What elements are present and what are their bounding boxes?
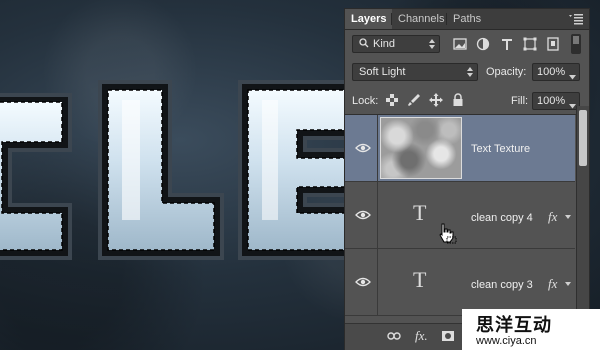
hand-cursor-icon	[437, 222, 457, 244]
layer-row-text-texture[interactable]: Text Texture	[345, 115, 575, 182]
type-layer-icon[interactable]: T	[413, 200, 426, 226]
blend-mode-dropdown[interactable]: Soft Light	[352, 63, 478, 81]
letter-e	[238, 80, 345, 260]
layer-effects-fx-icon[interactable]: fx	[548, 276, 557, 292]
eye-icon[interactable]	[355, 275, 371, 289]
search-icon	[359, 36, 369, 55]
add-layer-style-icon[interactable]: fx.	[415, 328, 428, 344]
lock-image-pixels-icon[interactable]	[407, 93, 423, 109]
letter-c	[0, 93, 72, 260]
image-filter-icon[interactable]	[452, 36, 468, 52]
chevron-updown-icon	[467, 66, 473, 78]
tab-layers[interactable]: Layers	[345, 9, 393, 29]
lock-label: Lock:	[352, 95, 379, 107]
link-layers-icon[interactable]	[387, 330, 401, 345]
chevron-down-icon[interactable]	[569, 69, 576, 85]
watermark-text: 思洋互动	[476, 315, 552, 336]
glossy-text-artwork	[0, 80, 345, 260]
layers-scrollbar[interactable]	[576, 106, 589, 323]
tab-channels[interactable]: Channels	[392, 9, 450, 29]
adjustment-filter-icon[interactable]	[475, 36, 491, 52]
scrollbar-thumb[interactable]	[579, 110, 587, 166]
smart-object-filter-icon[interactable]	[545, 36, 561, 52]
panel-menu-icon[interactable]	[569, 13, 583, 25]
expand-effects-arrow-icon[interactable]	[565, 215, 571, 219]
shape-filter-icon[interactable]	[522, 36, 538, 52]
layer-row-clean-copy-4[interactable]: T clean copy 4 fx	[345, 182, 575, 249]
layer-name[interactable]: Text Texture	[471, 143, 530, 155]
layer-row-clean-copy-3[interactable]: T clean copy 3 fx	[345, 249, 575, 316]
filter-kind-label: Kind	[373, 38, 396, 50]
filter-toggle-switch[interactable]	[571, 34, 581, 54]
watermark-logo: 思洋互动 www.ciya.cn	[462, 309, 600, 350]
lock-position-icon[interactable]	[429, 93, 445, 109]
fill-label: Fill:	[511, 95, 529, 107]
filter-kind-dropdown[interactable]: Kind	[352, 35, 440, 53]
opacity-label: Opacity:	[486, 66, 527, 78]
watermark-url: www.ciya.cn	[476, 335, 537, 347]
panel-tab-bar: Layers Channels Paths	[345, 9, 589, 30]
blend-mode-value: Soft Light	[359, 66, 406, 78]
layer-name[interactable]: clean copy 4	[471, 212, 533, 224]
layer-thumbnail-texture[interactable]	[380, 117, 462, 179]
chevron-updown-icon	[429, 38, 435, 50]
add-mask-icon[interactable]	[441, 330, 455, 345]
type-filter-icon[interactable]	[499, 36, 515, 52]
layer-effects-fx-icon[interactable]: fx	[548, 209, 557, 225]
opacity-field[interactable]: 100%	[532, 63, 580, 81]
opacity-value: 100%	[537, 66, 566, 78]
chevron-down-icon[interactable]	[569, 98, 576, 114]
eye-icon[interactable]	[355, 208, 371, 222]
fill-field[interactable]: 100%	[532, 92, 580, 110]
expand-effects-arrow-icon[interactable]	[565, 282, 571, 286]
fill-value: 100%	[537, 95, 566, 107]
lock-all-icon[interactable]	[451, 93, 467, 109]
layer-name[interactable]: clean copy 3	[471, 279, 533, 291]
lock-transparent-pixels-icon[interactable]	[385, 93, 401, 109]
toggle-knob	[573, 36, 579, 44]
type-layer-icon[interactable]: T	[413, 267, 426, 293]
layers-panel: Layers Channels Paths Kind Soft Light Op…	[344, 8, 590, 350]
letter-l	[98, 80, 224, 260]
eye-icon[interactable]	[355, 141, 371, 155]
tab-paths[interactable]: Paths	[447, 9, 487, 29]
